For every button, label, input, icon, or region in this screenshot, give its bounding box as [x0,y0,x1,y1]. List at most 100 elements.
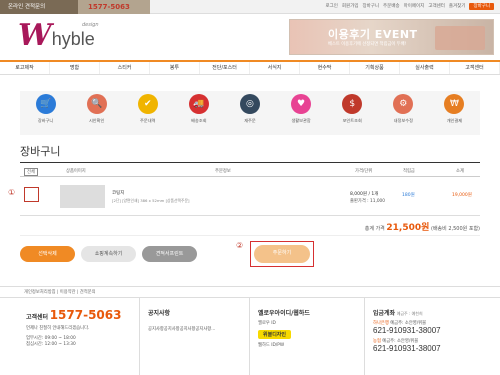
icon-menu-item[interactable]: 🛒 장바구니 [29,94,63,124]
top-cart-badge[interactable]: 장바구니 [469,3,494,10]
top-link-favorite[interactable]: 즐겨찾기 [449,3,466,10]
banner-subtitle: 베스트 이용후기에 선정되면 적립금이 두배! [328,42,407,47]
cart-table-header: 전체 상품이미지 주문정보 가격/단위 적립금 소계 [20,165,480,177]
icon-menu-item[interactable]: ⚙ 내정보수정 [386,94,420,124]
top-link-orders[interactable]: 주문배송 [383,3,400,10]
top-link-login[interactable]: 로그인 [326,3,338,10]
page-title: 장바구니 [20,145,61,158]
footer-links[interactable]: 개인정보처리방침 | 이용약관 | 견적문의 [0,286,500,298]
webhard-label: 웹하드 ID/PW [258,343,285,348]
target-icon: ◎ [239,94,260,114]
truck-icon: 🚚 [188,94,209,114]
top-link-mypage[interactable]: 마이페이지 [404,3,425,10]
bank1-number: 621-910931-38007 [373,326,441,335]
icon-menu-item[interactable]: 🚚 배송조회 [182,94,216,124]
icon-menu-label: 배송조회 [191,118,207,123]
cs-desc: 언제나 친절히 안내해드리겠습니다. [26,326,90,331]
points-value: 180원 [402,193,415,198]
kakao-badge[interactable]: 위블디자인 [258,330,292,339]
icon-menu-item[interactable]: ₩ 개인결제 [437,94,471,124]
subtotal-value: 19,000원 [452,193,472,198]
footer-cs: 고객센터 1577-5063 언제나 친절히 안내해드리겠습니다. 업무시간: … [0,298,140,375]
icon-menu-item[interactable]: $ 포인트조회 [335,94,369,124]
icon-menu-item[interactable]: 🔍 시안확인 [80,94,114,124]
item-checkbox[interactable] [24,187,39,202]
bank2-number: 621-910931-38007 [373,344,441,353]
icon-menu-item[interactable]: ◎ 재주문 [233,94,267,124]
online-consult-tab[interactable]: 온라인 견적문의 [0,0,78,14]
logo-mark: W [18,18,52,53]
header-image: 상품이미지 [66,169,86,174]
marker-two: ② [236,241,244,250]
nav-cs[interactable]: 고객센터 [450,62,500,74]
notice-title[interactable]: 공지사항 [148,308,249,317]
top-links: 로그인 회원가입 장바구니 주문배송 마이페이지 고객센터 즐겨찾기 장바구니 [326,3,494,10]
top-link-cs[interactable]: 고객센터 [428,3,445,10]
delete-selected-button[interactable]: 선택삭제 [20,246,75,262]
nav-envelope[interactable]: 봉투 [150,62,200,74]
cart-icon: 🛒 [35,94,56,114]
magnifier-icon: 🔍 [86,94,107,114]
nav-namecard[interactable]: 명함 [50,62,100,74]
top-link-join[interactable]: 회원가입 [342,3,359,10]
nav-special[interactable]: 기획상품 [350,62,400,74]
event-banner[interactable]: 이용후기 EVENT 베스트 이용후기에 선정되면 적립금이 두배! [289,19,494,55]
icon-menu-label: 주문내역 [140,118,156,123]
select-all-button[interactable]: 전체 [24,168,38,176]
cs-lunch: 점심시간: 12:00 ~ 13:30 [26,342,76,347]
product-thumbnail [60,185,105,208]
phone-tab: 1577-5063 [78,0,150,14]
heart-icon: ♥ [291,94,312,114]
header-subtotal: 소계 [456,169,464,174]
top-bar-left: 온라인 견적문의 1577-5063 [0,0,150,14]
total-label: 총계 가격 [364,226,385,232]
kakao-title: 옐로우아이디/웹하드 [258,310,310,317]
mypage-icon-strip: 🛒 장바구니 🔍 시안확인 ✔ 주문내역 🚚 배송조회 ◎ 재주문 ♥ 생활보관함 $ 포인트조회 ⚙ 내정보… [20,91,480,135]
icon-menu-label: 포인트조회 [342,118,362,123]
top-link-cart[interactable]: 장바구니 [362,3,379,10]
nav-print[interactable]: 실사출력 [400,62,450,74]
nav-logo[interactable]: 로고제작 [0,62,50,74]
cs-phone: 1577-5063 [49,308,122,322]
wallet-icon: ₩ [444,94,465,114]
footer: 고객센터 1577-5063 언제나 친절히 안내해드리겠습니다. 업무시간: … [0,298,500,375]
header-info: 주문정보 [215,169,231,174]
kakao-sub: 옐로우 ID [258,321,276,326]
order-button[interactable]: 주문하기 [254,245,310,263]
product-options: [2단] [양면인쇄] 386 x 52mm [상품선택주문] [112,198,190,203]
nav-form[interactable]: 서식지 [250,62,300,74]
logo-text: hyble [51,29,95,49]
nav-flyer[interactable]: 전단/포스터 [200,62,250,74]
icon-menu-label: 개인결제 [446,118,463,123]
header: W hyble design 이용후기 EVENT 베스트 이용후기에 선정되면… [0,14,500,61]
top-bar: 온라인 견적문의 1577-5063 로그인 회원가입 장바구니 주문배송 마이… [0,0,500,14]
main-nav: 로고제작 명함 스티커 봉투 전단/포스터 서식지 현수막 기획상품 실사출력 … [0,60,500,75]
continue-shopping-button[interactable]: 쇼핑계속하기 [81,246,136,262]
product-name: 코팅지 [112,191,125,196]
nav-banner[interactable]: 현수막 [300,62,350,74]
title-divider [20,162,480,163]
total-amount: 21,500원 [386,223,430,233]
icon-menu-label: 시안확인 [88,118,105,123]
banner-image [435,26,485,50]
icon-menu-label: 장바구니 [37,118,54,123]
header-points: 적립금 [403,169,415,174]
notice-item[interactable]: 공지사항공지사항공지사항공지사항... [148,327,249,333]
nav-sticker[interactable]: 스티커 [100,62,150,74]
order-price: 출판가격 : 11,000 [350,199,386,204]
logo-sub: design [82,22,99,28]
cart-row: 코팅지 [2단] [양면인쇄] 386 x 52mm [상품선택주문] 8,00… [20,178,480,216]
checklist-icon: ✔ [137,94,158,114]
icon-menu-item[interactable]: ✔ 주문내역 [131,94,165,124]
order-button-highlight: 주문하기 [250,241,314,267]
bank-title: 입금계좌 [373,310,396,317]
print-estimate-button[interactable]: 견적서프린트 [142,246,197,262]
footer-kakao: 옐로우아이디/웹하드 옐로우 ID 위블디자인 웹하드 ID/PW [250,298,365,375]
icon-menu-item[interactable]: ♥ 생활보관함 [284,94,318,124]
icon-menu-label: 생활보관함 [291,118,311,123]
total-note: (배송비 2,500원 포함) [431,226,480,232]
price-qty: 8,000원 / 1개 [350,192,379,197]
header-price: 가격/단위 [355,169,373,174]
bank-sub: 예금주 : 예천희 [396,311,423,316]
moneybag-icon: $ [342,94,363,114]
